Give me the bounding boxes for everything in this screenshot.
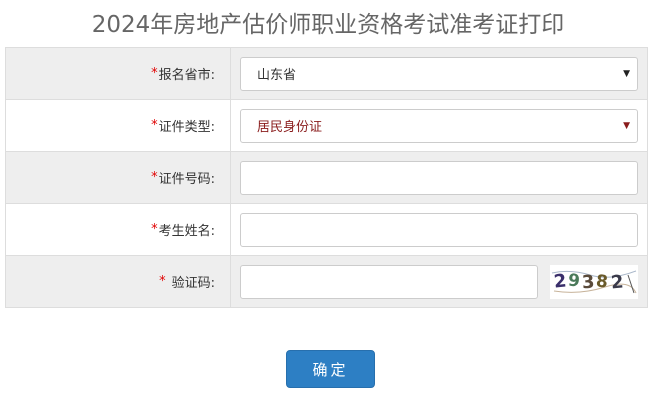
svg-text:2: 2 <box>553 270 568 292</box>
svg-text:8: 8 <box>595 271 609 292</box>
svg-text:2: 2 <box>610 271 624 293</box>
name-field-cell <box>231 204 647 255</box>
captcha-label: 验证码: <box>171 276 215 291</box>
province-field-cell: 山东省 ▼ <box>231 48 647 99</box>
required-mark: * <box>151 170 158 185</box>
captcha-label-cell: * 验证码: <box>6 256 231 307</box>
required-mark: * <box>159 274 166 289</box>
form-row-captcha: * 验证码: 2 9 3 8 2 <box>6 256 647 308</box>
id-type-label-cell: * 证件类型: <box>6 100 231 151</box>
id-number-label-cell: * 证件号码: <box>6 152 231 203</box>
name-label-cell: * 考生姓名: <box>6 204 231 255</box>
id-type-label: 证件类型: <box>158 120 215 135</box>
captcha-field-cell: 2 9 3 8 2 <box>231 256 647 307</box>
form-row-id-number: * 证件号码: <box>6 152 647 204</box>
captcha-input[interactable] <box>240 264 538 299</box>
name-label: 考生姓名: <box>158 224 215 239</box>
id-number-input[interactable] <box>240 160 638 195</box>
id-number-label: 证件号码: <box>158 172 215 187</box>
triangle-down-icon: ▼ <box>623 68 630 79</box>
form-row-id-type: * 证件类型: 居民身份证 ▼ <box>6 100 647 152</box>
province-select-value: 山东省 <box>257 68 297 83</box>
candidate-name-input[interactable] <box>240 212 638 247</box>
required-mark: * <box>151 118 158 133</box>
page-title: 2024年房地产估价师职业资格考试准考证打印 <box>91 12 565 38</box>
captcha-image[interactable]: 2 9 3 8 2 <box>550 264 638 299</box>
required-mark: * <box>151 222 158 237</box>
submit-button[interactable]: 确定 <box>286 350 375 388</box>
province-label: 报名省市: <box>158 68 215 83</box>
svg-text:9: 9 <box>567 270 581 291</box>
id-type-field-cell: 居民身份证 ▼ <box>231 100 647 151</box>
admission-ticket-form: * 报名省市: 山东省 ▼ * 证件类型: 居民身份证 ▼ * 证件号码: * … <box>5 47 648 308</box>
triangle-down-icon: ▼ <box>623 120 630 131</box>
required-mark: * <box>151 66 158 81</box>
form-row-name: * 考生姓名: <box>6 204 647 256</box>
form-row-province: * 报名省市: 山东省 ▼ <box>6 48 647 100</box>
id-type-select[interactable]: 居民身份证 ▼ <box>240 108 638 143</box>
province-label-cell: * 报名省市: <box>6 48 231 99</box>
svg-text:3: 3 <box>581 271 595 293</box>
id-number-field-cell <box>231 152 647 203</box>
id-type-select-value: 居民身份证 <box>257 120 323 135</box>
province-select[interactable]: 山东省 ▼ <box>240 56 638 91</box>
